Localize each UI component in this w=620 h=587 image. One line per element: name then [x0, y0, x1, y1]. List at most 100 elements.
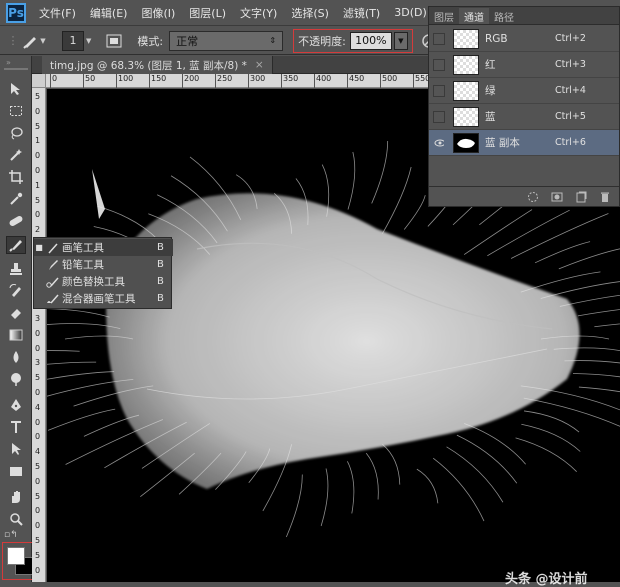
- clone-stamp-tool[interactable]: [6, 260, 26, 278]
- bandage-icon: [9, 216, 23, 226]
- type-tool[interactable]: [6, 418, 26, 436]
- foreground-color-swatch-front[interactable]: [7, 547, 25, 565]
- gradient-tool[interactable]: [6, 326, 26, 344]
- ruler-tick-label: 0: [35, 151, 41, 161]
- feather-barb: [594, 323, 620, 328]
- tool-preset-picker[interactable]: ▼: [22, 31, 46, 51]
- eye-icon[interactable]: [433, 137, 445, 149]
- feather-barb: [463, 209, 533, 255]
- ruler-tick-label: 1: [35, 136, 41, 146]
- menu-layer[interactable]: 图层(L): [182, 5, 233, 21]
- vertical-ruler[interactable]: 505100150200250300350400450500550: [32, 88, 46, 582]
- flyout-item-brush[interactable]: ■ 画笔工具 B: [34, 239, 173, 256]
- eraser-tool[interactable]: [6, 304, 26, 322]
- flyout-item-color-replace[interactable]: 颜色替换工具 B: [34, 273, 173, 290]
- type-icon: [11, 421, 21, 433]
- menu-edit[interactable]: 编辑(E): [83, 5, 135, 21]
- brush-tool[interactable]: [6, 236, 26, 254]
- ruler-tick-label: 4: [35, 402, 41, 412]
- lasso-tool[interactable]: [6, 124, 26, 142]
- collapse-arrows-icon[interactable]: »: [6, 58, 11, 67]
- opacity-label: 不透明度:: [298, 34, 346, 48]
- menu-filter[interactable]: 滤镜(T): [336, 5, 387, 21]
- toolbar-grip[interactable]: [4, 68, 28, 70]
- ruler-tick-label: 2: [35, 225, 41, 235]
- rect-marquee-icon: [10, 106, 22, 116]
- ruler-tick-label: 0: [35, 565, 41, 575]
- brush-size-field[interactable]: 1: [62, 30, 84, 51]
- history-brush-tool[interactable]: [6, 282, 26, 300]
- tab-paths[interactable]: 路径: [489, 8, 519, 24]
- menu-select[interactable]: 选择(S): [284, 5, 336, 21]
- menu-image[interactable]: 图像(I): [134, 5, 182, 21]
- mode-select[interactable]: 正常 ⇕: [169, 30, 284, 51]
- visibility-toggle[interactable]: [433, 32, 445, 45]
- dodge-tool[interactable]: [6, 370, 26, 388]
- feather-thumbnail: [457, 138, 475, 148]
- feather-barb: [572, 373, 620, 378]
- ruler-tick-label: 3: [35, 314, 41, 323]
- feather-barb: [47, 350, 80, 352]
- zoom-tool[interactable]: [6, 510, 26, 528]
- channel-row-blue-copy[interactable]: 蓝 副本 Ctrl+6: [429, 130, 619, 156]
- opacity-value: 100%: [355, 34, 387, 47]
- marquee-tool[interactable]: [6, 102, 26, 120]
- feather-barb: [523, 397, 620, 427]
- ruler-tick-label: 4: [35, 447, 41, 457]
- healing-brush-tool[interactable]: [6, 212, 26, 230]
- visibility-toggle[interactable]: [433, 84, 445, 97]
- default-colors-icon[interactable]: ▫↰: [4, 530, 18, 540]
- flyout-item-label: 颜色替换工具: [62, 276, 125, 288]
- pen-tool[interactable]: [6, 396, 26, 414]
- save-selection-icon[interactable]: [551, 191, 563, 203]
- visibility-toggle[interactable]: [433, 58, 445, 71]
- direct-select-icon: [12, 443, 21, 455]
- grip-icon: ⋮: [7, 34, 19, 47]
- load-selection-icon[interactable]: [527, 191, 539, 203]
- shape-tool[interactable]: [6, 462, 26, 480]
- move-tool[interactable]: [6, 80, 26, 98]
- menu-type[interactable]: 文字(Y): [233, 5, 284, 21]
- channel-row-green[interactable]: 绿 Ctrl+4: [429, 78, 619, 104]
- quick-select-tool[interactable]: [6, 146, 26, 164]
- feather-barb: [515, 437, 577, 472]
- eyedropper-tool[interactable]: [6, 190, 26, 208]
- tab-layers[interactable]: 图层: [429, 8, 459, 24]
- menu-file[interactable]: 文件(F): [32, 5, 83, 21]
- channel-row-rgb[interactable]: RGB Ctrl+2: [429, 26, 619, 52]
- opacity-input[interactable]: 100%: [349, 31, 392, 50]
- blur-tool[interactable]: [6, 348, 26, 366]
- tab-channels[interactable]: 通道: [459, 8, 489, 24]
- channel-name: 绿: [485, 85, 496, 97]
- path-select-tool[interactable]: [6, 440, 26, 458]
- feather-barb: [456, 434, 518, 484]
- trash-icon[interactable]: [599, 191, 611, 203]
- crop-tool[interactable]: [6, 168, 26, 186]
- ruler-tick-label: 450: [347, 74, 364, 88]
- brush-panel-toggle[interactable]: [103, 31, 125, 51]
- channel-name: 红: [485, 59, 496, 71]
- feather-barb: [521, 423, 581, 452]
- ruler-origin[interactable]: [32, 74, 46, 88]
- new-channel-icon[interactable]: [575, 191, 587, 203]
- document-tab[interactable]: timg.jpg @ 68.3% (图层 1, 蓝 副本/8) * ×: [42, 56, 273, 74]
- visibility-toggle[interactable]: [433, 110, 445, 123]
- close-icon[interactable]: ×: [255, 59, 264, 71]
- hand-icon: [12, 491, 20, 503]
- opacity-dropdown[interactable]: ▼: [393, 31, 408, 50]
- flyout-item-pencil[interactable]: 铅笔工具 B: [34, 256, 173, 273]
- brush-picker-arrow-icon[interactable]: ▼: [86, 37, 91, 45]
- ruler-tick-label: 0: [50, 74, 57, 88]
- gradient-icon: [9, 329, 23, 341]
- flyout-item-mixer-brush[interactable]: 混合器画笔工具 B: [34, 290, 173, 307]
- channel-row-blue[interactable]: 蓝 Ctrl+5: [429, 104, 619, 130]
- magic-wand-icon: [10, 149, 22, 161]
- mode-value: 正常: [176, 34, 199, 48]
- flyout-item-shortcut: B: [157, 242, 164, 253]
- hand-tool[interactable]: [6, 488, 26, 506]
- ruler-tick-label: 0: [35, 476, 41, 486]
- channel-row-red[interactable]: 红 Ctrl+3: [429, 52, 619, 78]
- crop-icon: [9, 170, 23, 184]
- menu-3d[interactable]: 3D(D): [387, 6, 434, 19]
- ruler-tick-label: 0: [35, 210, 41, 220]
